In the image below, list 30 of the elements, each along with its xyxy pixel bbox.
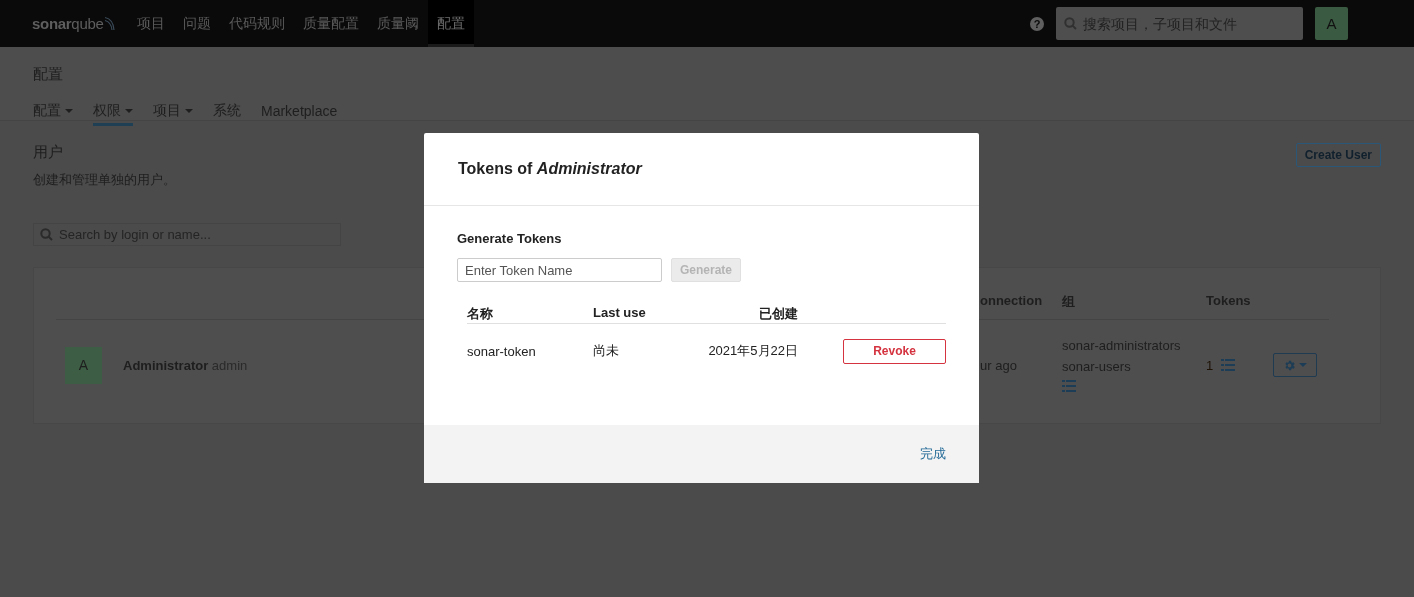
column-header: 已创建 (759, 305, 798, 323)
wave-arcs-icon (103, 15, 116, 32)
nav-item[interactable]: 代码规则 (219, 0, 294, 47)
nav-item[interactable]: 配置 (427, 0, 474, 47)
last-use: 尚未 (593, 342, 619, 360)
token-name: sonar-token (467, 343, 536, 359)
search-icon (1064, 17, 1077, 30)
column-header: Last use (593, 305, 646, 320)
user-avatar[interactable]: A (1315, 7, 1348, 40)
revoke-button[interactable]: Revoke (843, 338, 946, 364)
user-avatar: A (65, 346, 102, 384)
created-date: 2021年5月22日 (708, 342, 798, 360)
column-header: 名称 (467, 306, 493, 321)
done-link[interactable]: 完成 (920, 445, 946, 463)
token-count: 1 (1206, 357, 1214, 373)
gear-icon (1283, 358, 1296, 372)
generate-heading: Generate Tokens (457, 231, 562, 246)
list-icon[interactable] (1221, 359, 1236, 371)
list-icon[interactable] (1062, 380, 1076, 392)
token-name-field[interactable]: Enter Token Name (457, 258, 662, 282)
settings-button[interactable] (1273, 353, 1317, 377)
nav-item[interactable]: 问题 (173, 0, 220, 47)
nav-item[interactable]: 质量配置 (293, 0, 368, 47)
logo[interactable]: sonarqube (32, 15, 104, 32)
nav-item[interactable]: 项目 (127, 0, 174, 47)
create-user-button[interactable]: Create User (1295, 143, 1381, 167)
dialog-title: Tokens of Administrator (458, 160, 642, 178)
help-icon[interactable]: ? (1030, 16, 1044, 31)
search-icon (40, 228, 53, 241)
nav-item[interactable]: 质量阈 (367, 0, 428, 47)
